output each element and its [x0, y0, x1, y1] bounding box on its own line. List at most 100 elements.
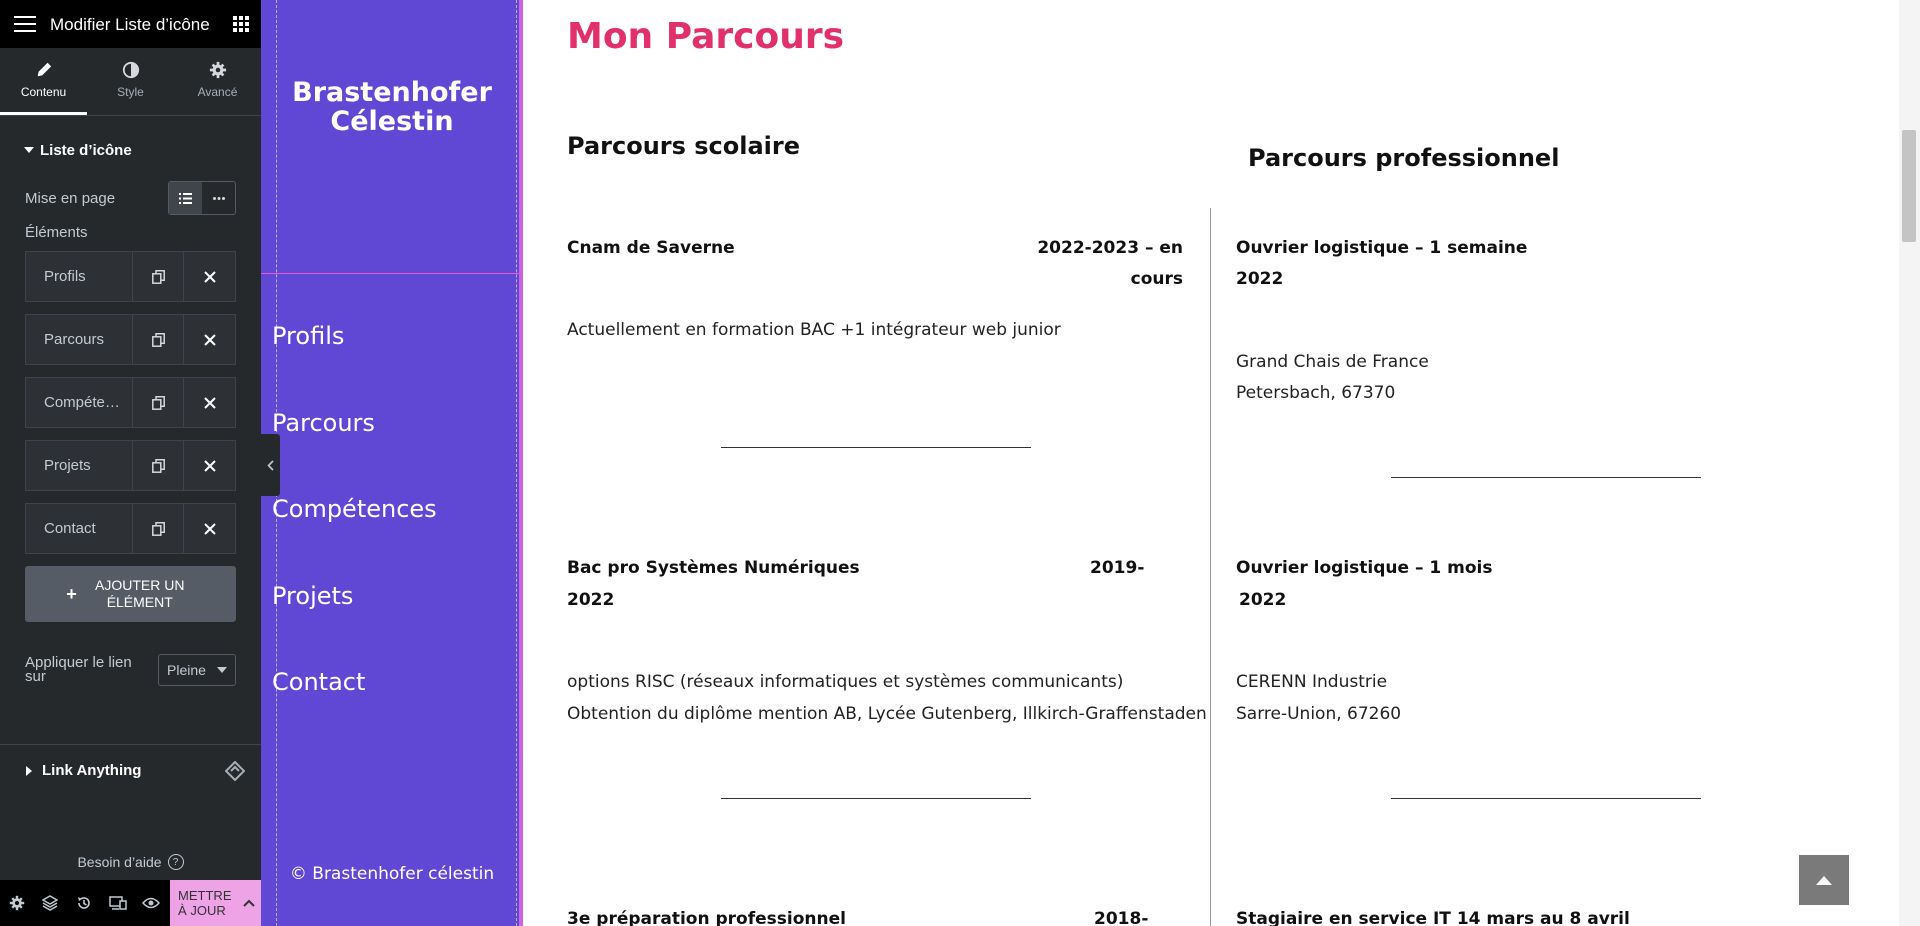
pencil-icon [37, 62, 51, 77]
apply-link-label: Appliquer le lien sur [25, 654, 132, 685]
menu-item-profils[interactable]: Profils [272, 316, 437, 403]
tab-style-label: Style [117, 85, 144, 99]
help-link[interactable]: Besoin d’aide ? [0, 854, 261, 870]
plugin-diamond-icon [225, 760, 245, 781]
school-entry-text: Obtention du diplôme mention AB, Lycée G… [567, 704, 1207, 724]
site-menu: Profils Parcours Compétences Projets Con… [272, 316, 437, 749]
remove-icon[interactable] [184, 378, 235, 427]
collapse-panel-button[interactable] [261, 434, 280, 496]
pro-entry-name: Ouvrier logistique – 1 semaine [1236, 238, 1528, 258]
tab-content[interactable]: Contenu [0, 48, 87, 115]
school-heading: Parcours scolaire [567, 132, 801, 160]
remove-icon[interactable] [184, 504, 235, 553]
pro-entry-name: Stagiaire en service IT 14 mars au 8 avr… [1236, 909, 1630, 926]
editor-header: Modifier Liste d’icône [0, 0, 261, 48]
copyright: © Brastenhofer célestin [289, 864, 495, 884]
section-toggle-icon-list[interactable]: Liste d’icône [0, 122, 261, 178]
duplicate-icon[interactable] [133, 252, 184, 301]
entry-separator [721, 798, 1031, 799]
remove-icon[interactable] [184, 252, 235, 301]
layout-control: Mise en page [0, 178, 261, 218]
add-item-button[interactable]: + AJOUTER UN ÉLÉMENT [25, 566, 236, 622]
repeater-item-label[interactable]: Profils [26, 252, 133, 301]
layout-label: Mise en page [25, 189, 116, 207]
apply-link-select[interactable]: Pleine [158, 654, 236, 686]
school-entry-date: 2018- [1094, 909, 1149, 926]
remove-icon[interactable] [184, 441, 235, 490]
layers-icon[interactable] [34, 880, 68, 926]
tab-content-label: Contenu [20, 85, 67, 99]
repeater-item-label[interactable]: Compéte… [26, 378, 133, 427]
menu-icon[interactable] [14, 16, 36, 32]
update-button[interactable]: METTRE À JOUR [170, 880, 261, 926]
editor-tabs: Contenu Style Avancé [0, 48, 261, 116]
site-brand: Brastenhofer Célestin [292, 77, 492, 137]
site-sidebar: Brastenhofer Célestin Profils Parcours C… [261, 0, 523, 926]
chevron-up-icon[interactable] [237, 899, 261, 907]
repeater-item[interactable]: Contact [25, 503, 236, 554]
editor-panel: Modifier Liste d’icône Contenu Style Ava… [0, 0, 261, 926]
responsive-icon[interactable] [101, 880, 135, 926]
gear-icon [209, 61, 226, 79]
contrast-icon [122, 61, 139, 79]
elements-label: Éléments [25, 224, 88, 241]
repeater-item[interactable]: Profils [25, 251, 236, 302]
repeater-item-label[interactable]: Projets [26, 441, 133, 490]
school-entry-name: 3e préparation professionnel [567, 909, 846, 926]
repeater-item[interactable]: Compéte… [25, 377, 236, 428]
school-entry-name: Bac pro Systèmes Numériques [567, 558, 860, 578]
tab-advanced[interactable]: Avancé [174, 48, 261, 115]
section-toggle-link-anything[interactable]: Link Anything [0, 744, 261, 796]
repeater-item[interactable]: Projets [25, 440, 236, 491]
preview-eye-icon[interactable] [134, 880, 168, 926]
pro-entry-name: Ouvrier logistique – 1 mois [1236, 558, 1493, 578]
entry-separator [1391, 477, 1701, 478]
column-separator [1210, 208, 1211, 926]
menu-item-projets[interactable]: Projets [272, 576, 437, 663]
tab-advanced-label: Avancé [197, 85, 238, 99]
history-icon[interactable] [67, 880, 101, 926]
tab-style[interactable]: Style [87, 48, 174, 115]
apply-link-value: Pleine [167, 662, 206, 678]
chevron-left-icon [267, 459, 274, 471]
repeater-item-label[interactable]: Contact [26, 504, 133, 553]
duplicate-icon[interactable] [133, 378, 184, 427]
layout-switch [168, 181, 236, 215]
pro-heading: Parcours professionnel [1248, 144, 1560, 172]
pro-entry-text: Petersbach, 67370 [1236, 383, 1396, 403]
duplicate-icon[interactable] [133, 315, 184, 364]
menu-item-competences[interactable]: Compétences [272, 489, 437, 576]
scrollbar-thumb[interactable] [1902, 130, 1916, 242]
inline-layout-icon[interactable] [202, 182, 235, 214]
school-entry-text: Actuellement en formation BAC +1 intégra… [567, 320, 1061, 340]
duplicate-icon[interactable] [133, 504, 184, 553]
repeater-item-label[interactable]: Parcours [26, 315, 133, 364]
pro-entry-year: 2022 [1236, 269, 1284, 289]
pro-entry-year: 2022 [1239, 590, 1287, 610]
dropdown-arrow-icon [217, 667, 227, 673]
page-title: Mon Parcours [567, 16, 845, 57]
menu-item-contact[interactable]: Contact [272, 662, 437, 749]
entry-separator [721, 447, 1031, 448]
entry-separator [1391, 798, 1701, 799]
remove-icon[interactable] [184, 315, 235, 364]
sidebar-divider [261, 273, 519, 274]
apply-link-control: Appliquer le lien sur Pleine [0, 650, 261, 690]
menu-item-parcours[interactable]: Parcours [272, 403, 437, 490]
school-entry-date: 2022-2023 – en cours [1037, 238, 1183, 289]
pro-entry-text: CERENN Industrie [1236, 672, 1388, 692]
settings-icon[interactable] [0, 880, 34, 926]
list-layout-icon[interactable] [169, 182, 202, 214]
caret-right-icon [26, 765, 32, 776]
school-entry-name: Cnam de Saverne [567, 238, 735, 258]
main-content: Mon Parcours Parcours scolaire Parcours … [523, 0, 1920, 926]
apps-grid-icon[interactable] [233, 16, 249, 32]
add-item-label: AJOUTER UN ÉLÉMENT [95, 577, 185, 610]
pro-entry-text: Sarre-Union, 67260 [1236, 704, 1402, 724]
repeater-item[interactable]: Parcours [25, 314, 236, 365]
help-label: Besoin d’aide [77, 854, 162, 870]
duplicate-icon[interactable] [133, 441, 184, 490]
caret-down-icon [24, 147, 34, 153]
back-to-top-button[interactable] [1799, 855, 1849, 905]
editor-title: Modifier Liste d’icône [50, 14, 210, 34]
